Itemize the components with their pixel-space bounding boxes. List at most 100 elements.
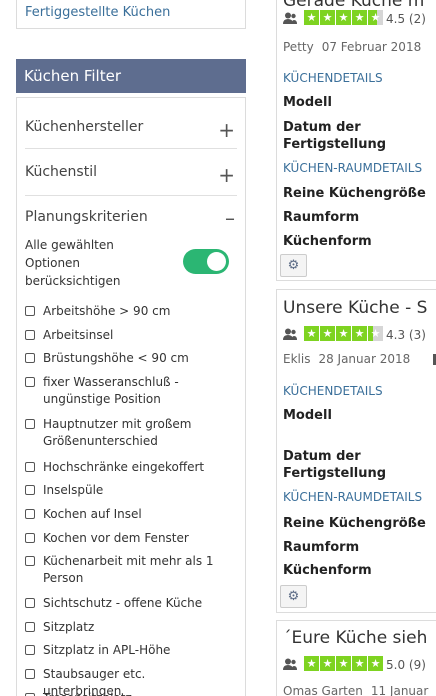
criteria-label: Brüstungshöhe < 90 cm [43,351,189,365]
criteria-checkbox[interactable] [25,509,35,519]
author-name[interactable]: Omas Garten [283,684,363,696]
criteria-item[interactable]: Sichtschutz - offene Küche [25,595,225,612]
section-style[interactable]: Küchenstil + [25,149,237,196]
finished-kitchens-link[interactable]: Fertiggestellte Küchen [25,5,170,20]
criteria-label: Sitzplatz in APL-Höhe [43,643,171,657]
room-details-heading: KÜCHEN-RAUMDETAILS [283,490,423,504]
user-icon [283,328,297,340]
room-details-heading: KÜCHEN-RAUMDETAILS [283,161,423,175]
all-options-toggle[interactable] [183,249,229,274]
post-date: 11 Januar [370,684,429,696]
gear-icon: ⚙ [287,258,300,273]
author-name[interactable]: Petty [283,40,314,54]
kitchen-card: Gerade Küche m ★ ★ ★ ★ ★ 4.5 (2) Petty 07… [276,0,436,281]
card-title[interactable]: ´Eure Küche sieh [283,628,427,648]
all-options-label: Alle gewählten Optionen berücksichtigen [25,238,121,288]
star-icon: ★ [336,10,351,25]
settings-button[interactable]: ⚙ [280,254,307,277]
model-label: Modell [283,408,332,423]
room-shape-label: Raumform [283,210,360,225]
rating-value: 4.3 (3) [386,328,426,342]
star-icon: ★ [320,656,335,671]
post-date: 07 Februar 2018 [321,40,422,54]
section-planning[interactable]: Planungskriterien – [25,196,237,230]
settings-button[interactable]: ⚙ [280,585,307,608]
collapse-minus-icon[interactable]: – [225,208,235,228]
section-planning-title: Planungskriterien [25,209,148,225]
criteria-checkbox[interactable] [25,462,35,472]
star-partial-icon: ★ [368,326,383,341]
criteria-item[interactable]: fixer Wasseranschluß - ungünstige Positi… [25,374,225,408]
criteria-checkbox[interactable] [25,645,35,655]
criteria-label: Hauptnutzer mit großem Größenunterschied [43,417,192,448]
criteria-checkbox[interactable] [25,419,35,429]
expand-plus-icon[interactable]: + [218,165,235,185]
criteria-checkbox[interactable] [25,485,35,495]
criteria-label: Küchenarbeit mit mehr als 1 Person [43,554,214,585]
kitchen-filter-header: Küchen Filter [16,59,246,93]
criteria-label: Hochschränke eingekoffert [43,460,205,474]
card-title[interactable]: Unsere Küche - S [283,298,427,318]
user-icon [283,12,297,24]
rating-value: 4.5 (2) [386,12,426,26]
criteria-item[interactable]: Küchenarbeit mit mehr als 1 Person [25,553,225,587]
details-heading: KÜCHENDETAILS [283,384,383,398]
toggle-knob [207,252,226,271]
kitchen-shape-label: Küchenform [283,234,372,249]
filter-panel: Küchenhersteller + Küchenstil + Planungs… [16,97,246,696]
criteria-item[interactable]: Sitzplatz in APL-Höhe [25,642,225,659]
criteria-checkbox[interactable] [25,377,35,387]
gear-icon: ⚙ [287,589,300,604]
criteria-item[interactable]: Kochen vor dem Fenster [25,530,225,547]
section-style-title: Küchenstil [25,164,97,180]
model-label: Modell [283,95,332,110]
criteria-checkbox[interactable] [25,622,35,632]
user-icon [283,658,297,670]
card-meta: Eklis 28 Januar 2018 [283,352,410,366]
star-half-icon: ★ [368,10,383,25]
criteria-checkbox[interactable] [25,533,35,543]
criteria-label: Kochen auf Insel [43,507,142,521]
criteria-checkbox[interactable] [25,669,35,679]
star-rating: ★ ★ ★ ★ ★ [304,10,383,25]
criteria-checkbox[interactable] [25,556,35,566]
criteria-checkbox[interactable] [25,330,35,340]
kitchen-card: ´Eure Küche sieh ★ ★ ★ ★ ★ 5.0 (9) Omas … [276,620,436,696]
completion-date-label: Datum der Fertigstellung [283,120,387,152]
criteria-checkbox[interactable] [25,598,35,608]
details-heading: KÜCHENDETAILS [283,71,383,85]
section-manufacturer[interactable]: Küchenhersteller + [25,102,237,149]
star-icon: ★ [304,656,319,671]
criteria-item[interactable]: Arbeitsinsel [25,327,225,344]
criteria-item[interactable]: Hochschränke eingekoffert [25,459,225,476]
criteria-item[interactable]: Brüstungshöhe < 90 cm [25,350,225,367]
criteria-item[interactable]: Inselspüle [25,482,225,499]
rating-value: 5.0 (9) [386,658,426,672]
kitchen-shape-label: Küchenform [283,563,372,578]
criteria-label: Sitzplatz [43,620,95,634]
star-icon: ★ [336,656,351,671]
star-rating: ★ ★ ★ ★ ★ [304,326,383,341]
star-icon: ★ [352,10,367,25]
star-icon: ★ [304,10,319,25]
star-icon: ★ [304,326,319,341]
kitchen-card: Unsere Küche - S ★ ★ ★ ★ ★ 4.3 (3) Eklis… [276,289,436,613]
criteria-item[interactable]: Arbeitshöhe > 90 cm [25,303,225,320]
criteria-label: Kochen vor dem Fenster [43,531,189,545]
criteria-item[interactable]: Sitzplatz [25,619,225,636]
criteria-label: Arbeitshöhe > 90 cm [43,304,171,318]
criteria-item[interactable]: Tresensitzplatz [25,690,225,696]
expand-plus-icon[interactable]: + [218,120,235,140]
author-name[interactable]: Eklis [283,352,310,366]
criteria-checkbox[interactable] [25,306,35,316]
criteria-checkbox[interactable] [25,353,35,363]
card-meta: Omas Garten 11 Januar [283,684,428,696]
criteria-item[interactable]: Hauptnutzer mit großem Größenunterschied [25,416,225,450]
star-icon: ★ [320,326,335,341]
criteria-item[interactable]: Kochen auf Insel [25,506,225,523]
star-rating: ★ ★ ★ ★ ★ [304,656,383,671]
kitchen-size-label: Reine Küchengröße [283,516,426,531]
criteria-label: Arbeitsinsel [43,328,114,342]
criteria-label: Inselspüle [43,483,104,497]
kitchen-size-label: Reine Küchengröße [283,186,426,201]
